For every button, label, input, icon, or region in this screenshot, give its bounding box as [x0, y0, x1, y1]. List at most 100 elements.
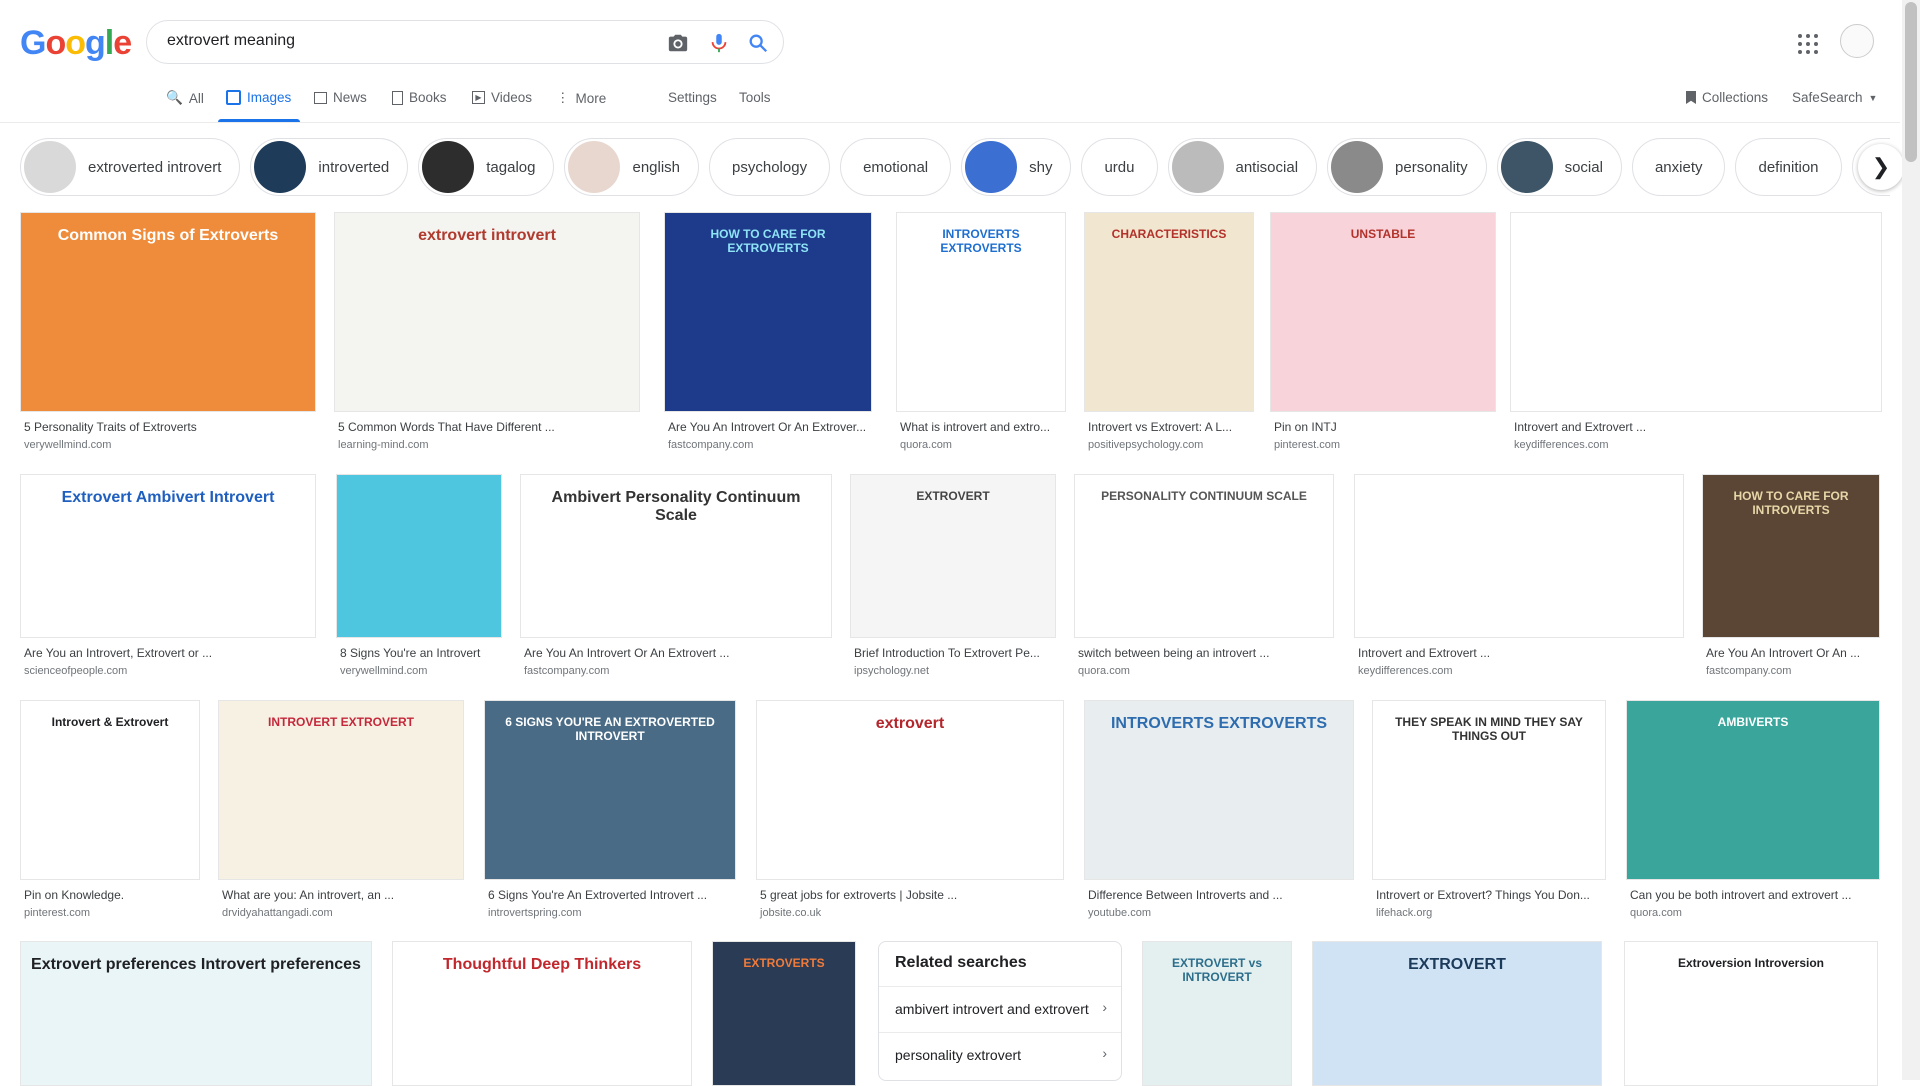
- search-icon[interactable]: [747, 32, 769, 54]
- result-title[interactable]: What are you: An introvert, an ...: [222, 888, 464, 902]
- result-source[interactable]: verywellmind.com: [24, 439, 111, 451]
- result-title[interactable]: switch between being an introvert ...: [1078, 646, 1334, 660]
- result-thumbnail[interactable]: extrovert introvert: [334, 212, 640, 412]
- tab-books[interactable]: Books: [392, 90, 447, 105]
- result-title[interactable]: Pin on Knowledge.: [24, 888, 200, 902]
- result-thumbnail[interactable]: EXTROVERT vs INTROVERT: [1142, 941, 1292, 1086]
- result-thumbnail[interactable]: INTROVERT EXTROVERT: [1354, 474, 1684, 638]
- result-thumbnail[interactable]: CHARACTERISTICS: [1084, 212, 1254, 412]
- result-thumbnail[interactable]: Introvert & Extrovert: [20, 700, 200, 880]
- result-title[interactable]: Introvert and Extrovert ...: [1514, 420, 1882, 434]
- result-title[interactable]: Brief Introduction To Extrovert Pe...: [854, 646, 1056, 660]
- chip[interactable]: extroverted introvert: [20, 138, 241, 196]
- result-source[interactable]: fastcompany.com: [1706, 665, 1791, 677]
- result-source[interactable]: keydifferences.com: [1514, 439, 1609, 451]
- tools-link[interactable]: Tools: [739, 90, 771, 105]
- result-thumbnail[interactable]: INTROVERT EXTROVERT: [1510, 212, 1882, 412]
- collections-link[interactable]: Collections: [1686, 90, 1768, 105]
- result-thumbnail[interactable]: PERSONALITY CONTINUUM SCALE: [1074, 474, 1334, 638]
- result-thumbnail[interactable]: [336, 474, 502, 638]
- result-title[interactable]: Can you be both introvert and extrovert …: [1630, 888, 1880, 902]
- result-thumbnail[interactable]: Extrovert Ambivert Introvert: [20, 474, 316, 638]
- result-source[interactable]: pinterest.com: [1274, 439, 1340, 451]
- result-source[interactable]: fastcompany.com: [668, 439, 753, 451]
- result-thumbnail[interactable]: Thoughtful Deep Thinkers: [392, 941, 692, 1086]
- chip[interactable]: shy: [961, 138, 1072, 196]
- chip[interactable]: introverted: [250, 138, 409, 196]
- result-source[interactable]: quora.com: [1630, 907, 1682, 919]
- result-source[interactable]: keydifferences.com: [1358, 665, 1453, 677]
- result-thumbnail[interactable]: Common Signs of Extroverts: [20, 212, 316, 412]
- result-source[interactable]: quora.com: [900, 439, 952, 451]
- camera-icon[interactable]: [667, 32, 689, 54]
- result-title[interactable]: Introvert and Extrovert ...: [1358, 646, 1684, 660]
- result-title[interactable]: Difference Between Introverts and ...: [1088, 888, 1354, 902]
- result-source[interactable]: learning-mind.com: [338, 439, 428, 451]
- scrollbar[interactable]: [1902, 0, 1920, 1080]
- result-source[interactable]: pinterest.com: [24, 907, 90, 919]
- result-thumbnail[interactable]: EXTROVERTS: [712, 941, 856, 1086]
- result-thumbnail[interactable]: extrovert: [756, 700, 1064, 880]
- avatar[interactable]: [1840, 24, 1874, 58]
- result-source[interactable]: youtube.com: [1088, 907, 1151, 919]
- scrollbar-thumb[interactable]: [1905, 2, 1917, 162]
- result-thumbnail[interactable]: INTROVERTS EXTROVERTS: [1084, 700, 1354, 880]
- result-source[interactable]: quora.com: [1078, 665, 1130, 677]
- related-item[interactable]: ambivert introvert and extrovert ›: [879, 986, 1121, 1030]
- result-title[interactable]: Introvert vs Extrovert: A L...: [1088, 420, 1254, 434]
- result-source[interactable]: verywellmind.com: [340, 665, 427, 677]
- result-title[interactable]: 6 Signs You're An Extroverted Introvert …: [488, 888, 736, 902]
- result-title[interactable]: 5 Personality Traits of Extroverts: [24, 420, 316, 434]
- result-title[interactable]: 5 great jobs for extroverts | Jobsite ..…: [760, 888, 1064, 902]
- tab-videos[interactable]: ▶ Videos: [472, 90, 532, 105]
- chip[interactable]: definition: [1735, 138, 1842, 196]
- result-thumbnail[interactable]: INTROVERTS EXTROVERTS: [896, 212, 1066, 412]
- result-title[interactable]: What is introvert and extro...: [900, 420, 1066, 434]
- related-item[interactable]: personality extrovert ›: [879, 1032, 1121, 1076]
- result-title[interactable]: 5 Common Words That Have Different ...: [338, 420, 640, 434]
- result-title[interactable]: Are You An Introvert Or An Extrover...: [668, 420, 872, 434]
- chip[interactable]: anxiety: [1631, 138, 1726, 196]
- chip[interactable]: emotional: [840, 138, 952, 196]
- result-title[interactable]: Are You An Introvert Or An Extrovert ...: [524, 646, 832, 660]
- result-source[interactable]: jobsite.co.uk: [760, 907, 821, 919]
- result-thumbnail[interactable]: UNSTABLE: [1270, 212, 1496, 412]
- settings-link[interactable]: Settings: [668, 90, 717, 105]
- microphone-icon[interactable]: [708, 32, 730, 54]
- chip[interactable]: english: [564, 138, 700, 196]
- chevron-right-icon[interactable]: ❯: [1858, 144, 1904, 190]
- search-box[interactable]: extrovert meaning: [146, 20, 784, 64]
- search-input[interactable]: extrovert meaning: [167, 32, 295, 50]
- google-logo[interactable]: Google: [20, 24, 132, 63]
- result-title[interactable]: 8 Signs You're an Introvert: [340, 646, 502, 660]
- result-source[interactable]: scienceofpeople.com: [24, 665, 127, 677]
- result-thumbnail[interactable]: THEY SPEAK IN MIND THEY SAY THINGS OUT: [1372, 700, 1606, 880]
- result-source[interactable]: positivepsychology.com: [1088, 439, 1203, 451]
- chip[interactable]: social: [1496, 138, 1622, 196]
- result-source[interactable]: introvertspring.com: [488, 907, 582, 919]
- chip[interactable]: personality: [1327, 138, 1487, 196]
- tab-all[interactable]: 🔍 All: [166, 90, 204, 106]
- result-thumbnail[interactable]: Extroversion Introversion: [1624, 941, 1878, 1086]
- result-source[interactable]: lifehack.org: [1376, 907, 1432, 919]
- safesearch-menu[interactable]: SafeSearch ▼: [1792, 90, 1877, 105]
- tab-more[interactable]: ⋮ More: [556, 90, 606, 106]
- chip[interactable]: tagalog: [418, 138, 555, 196]
- result-source[interactable]: fastcompany.com: [524, 665, 609, 677]
- result-thumbnail[interactable]: Extrovert preferences Introvert preferen…: [20, 941, 372, 1086]
- result-title[interactable]: Introvert or Extrovert? Things You Don..…: [1376, 888, 1606, 902]
- result-thumbnail[interactable]: INTROVERT EXTROVERT: [218, 700, 464, 880]
- chip[interactable]: psychology: [709, 138, 831, 196]
- result-title[interactable]: Are You an Introvert, Extrovert or ...: [24, 646, 316, 660]
- result-thumbnail[interactable]: EXTROVERT: [850, 474, 1056, 638]
- result-thumbnail[interactable]: EXTROVERT: [1312, 941, 1602, 1086]
- tab-news[interactable]: News: [314, 90, 367, 105]
- chip[interactable]: antisocial: [1167, 138, 1318, 196]
- result-thumbnail[interactable]: AMBIVERTS: [1626, 700, 1880, 880]
- result-thumbnail[interactable]: HOW TO CARE FOR EXTROVERTS: [664, 212, 872, 412]
- tab-images[interactable]: Images: [226, 90, 291, 105]
- result-source[interactable]: ipsychology.net: [854, 665, 929, 677]
- result-thumbnail[interactable]: 6 SIGNS YOU'RE AN EXTROVERTED INTROVERT: [484, 700, 736, 880]
- apps-grid-icon[interactable]: [1796, 32, 1820, 56]
- chip[interactable]: urdu: [1081, 138, 1158, 196]
